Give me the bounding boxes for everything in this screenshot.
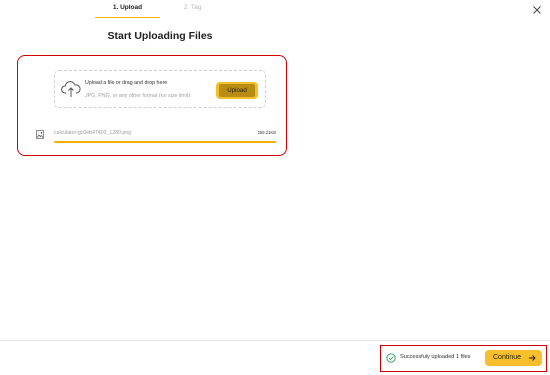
cloud-upload-icon [61,81,81,97]
close-icon [533,6,541,14]
continue-button-label: Continue [493,354,522,361]
tab-tag-label: 2. Tag [183,4,202,11]
upload-status-text: Successfuly uploaded 1 files [400,354,471,360]
upload-button[interactable]: Upload [216,82,258,99]
upload-button-label: Upload [219,84,255,97]
close-button[interactable] [532,2,542,14]
tab-upload-label: 1. Upload [112,4,143,11]
upload-progress-bar [54,141,276,143]
file-size: 259.21KB [257,130,276,135]
check-circle-icon [386,353,396,363]
dropzone-format-hint: JPG, PNG, or any other format (no size l… [85,93,191,99]
dropzone-primary-text: Upload a file or drag and drop here [85,80,168,86]
upload-progress-fill [54,141,276,143]
tab-upload[interactable]: 1. Upload [95,0,160,18]
image-file-icon [36,130,44,139]
tab-tag[interactable]: 2. Tag [160,0,225,16]
upload-panel: Upload a file or drag and drop here JPG,… [17,55,287,156]
file-name: calculator-gc0eb47403_1280.png [54,130,132,136]
file-list-item: calculator-gc0eb47403_1280.png 259.21KB [36,127,276,147]
footer-bar: Successfuly uploaded 1 files Continue [0,340,550,375]
page-title: Start Uploading Files [107,30,213,42]
continue-button[interactable]: Continue [485,350,542,366]
step-tabs: 1. Upload 2. Tag [95,0,225,18]
upload-status-panel: Successfuly uploaded 1 files Continue [380,345,547,372]
arrow-right-icon [529,355,536,361]
dropzone[interactable]: Upload a file or drag and drop here JPG,… [54,70,266,108]
